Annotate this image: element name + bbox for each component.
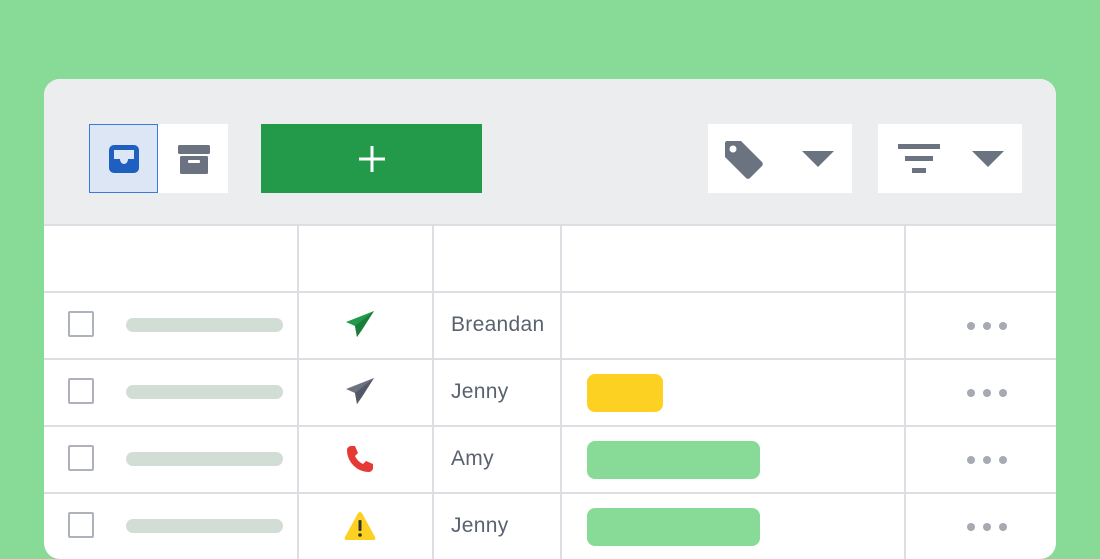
app-window: Breandan Jenny Amy Jenny: [44, 79, 1056, 559]
contact-name: Breandan: [451, 313, 545, 336]
contact-name: Amy: [451, 447, 494, 470]
row-checkbox[interactable]: [68, 512, 94, 538]
table-header-row: [44, 226, 1056, 292]
sent-icon: [343, 308, 377, 342]
tag-icon-wrap: [720, 124, 766, 193]
table-row[interactable]: Jenny: [44, 494, 1056, 559]
filter-icon: [898, 143, 940, 173]
sent-icon: [343, 375, 377, 409]
contact-name: Jenny: [451, 514, 509, 537]
table-row[interactable]: Breandan: [44, 293, 1056, 359]
contact-name: Jenny: [451, 380, 509, 403]
label-tag[interactable]: [587, 508, 760, 546]
row-checkbox[interactable]: [68, 378, 94, 404]
tag-icon: [725, 140, 763, 179]
row-checkbox[interactable]: [68, 311, 94, 337]
add-button[interactable]: [261, 124, 482, 193]
archive-view-button[interactable]: [159, 124, 228, 193]
warning-icon: [343, 509, 377, 543]
more-options-button[interactable]: [967, 454, 1007, 466]
inbox-icon: [108, 144, 139, 173]
inbox-view-button[interactable]: [89, 124, 158, 193]
filter-icon-wrap: [892, 124, 946, 193]
table-row[interactable]: Amy: [44, 427, 1056, 493]
chevron-down-icon: [800, 124, 836, 193]
tag-dropdown[interactable]: [708, 124, 852, 193]
subject-placeholder-bar: [126, 318, 283, 332]
view-toggle-group: [89, 124, 228, 193]
plus-icon: [358, 145, 385, 172]
phone-icon: [343, 442, 377, 476]
more-options-button[interactable]: [967, 387, 1007, 399]
label-tag[interactable]: [587, 441, 760, 479]
label-tag[interactable]: [587, 374, 663, 412]
table-row[interactable]: Jenny: [44, 360, 1056, 426]
subject-placeholder-bar: [126, 385, 283, 399]
subject-placeholder-bar: [126, 452, 283, 466]
toolbar: [44, 79, 1056, 224]
row-checkbox[interactable]: [68, 445, 94, 471]
filter-dropdown[interactable]: [878, 124, 1022, 193]
chevron-down-icon: [970, 124, 1006, 193]
more-options-button[interactable]: [967, 521, 1007, 533]
subject-placeholder-bar: [126, 519, 283, 533]
archive-box-icon: [177, 144, 210, 174]
more-options-button[interactable]: [967, 320, 1007, 332]
